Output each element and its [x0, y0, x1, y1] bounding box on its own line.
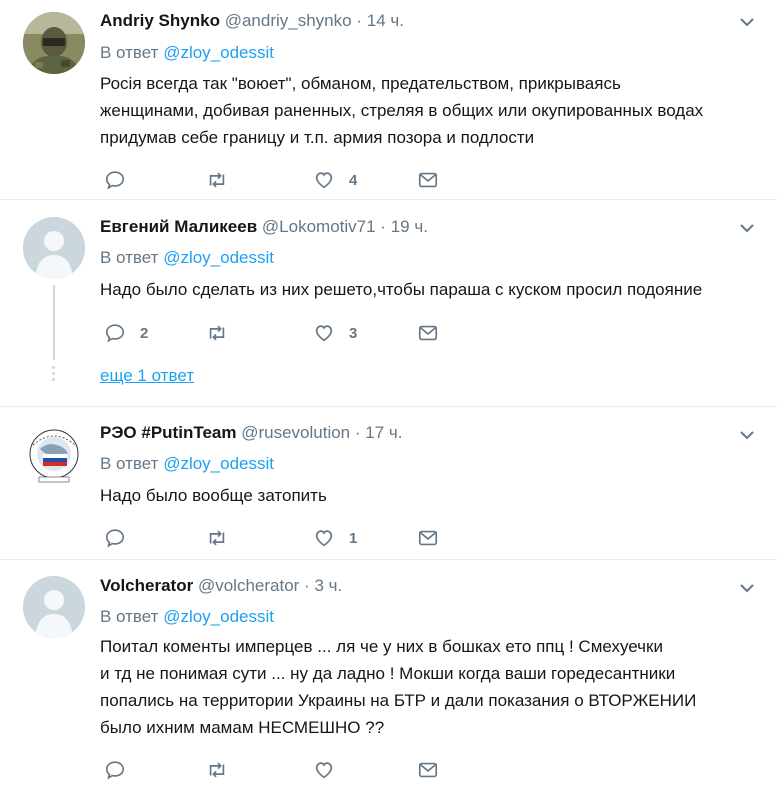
tweet-feed: Andriy Shynko @andriy_shynko · 14 ч. В о… — [0, 0, 777, 787]
chevron-down-icon[interactable] — [739, 580, 755, 596]
separator-dot: · — [304, 576, 310, 595]
retweet-button[interactable] — [206, 168, 242, 192]
chevron-down-icon[interactable] — [739, 427, 755, 443]
reply-icon — [105, 761, 125, 780]
like-button[interactable]: 1 — [313, 526, 357, 550]
tweet-text-line: было ихним мамам НЕСМЕШНО ?? — [100, 718, 385, 737]
reply-button[interactable] — [104, 526, 140, 550]
tweet-text: Поитал коменты имперцев ... ля че у них … — [100, 633, 760, 741]
tweet-text-line: попались на территории Украины на БТР и … — [100, 691, 697, 710]
like-count: 1 — [349, 529, 358, 547]
tweet-text-line: Поитал коменты имперцев ... ля че у них … — [100, 637, 663, 656]
tweet-text-line: Надо было вообще затопить — [100, 486, 327, 505]
reply-icon — [105, 171, 125, 190]
thread-dot — [52, 372, 55, 375]
thread-dot — [52, 366, 55, 369]
author-name[interactable]: Евгений Маликеев — [100, 217, 257, 236]
tweet[interactable]: Volcherator @volcherator · 3 ч. В ответ … — [0, 560, 777, 787]
author-handle[interactable]: @volcherator — [198, 576, 299, 595]
like-icon — [315, 325, 333, 342]
show-more-replies-link[interactable]: еще 1 ответ — [100, 366, 194, 386]
reply-button[interactable]: 2 — [104, 321, 148, 345]
like-button[interactable]: 4 — [313, 168, 357, 192]
thread-line — [53, 285, 55, 360]
tweet-text-line: Росія всегда так "воюет", обманом, преда… — [100, 74, 621, 93]
message-icon — [418, 325, 438, 341]
tweet-text-line: женщинами, добивая раненных, стреляя в о… — [100, 101, 704, 120]
retweet-icon — [209, 762, 225, 778]
chevron-down-icon[interactable] — [739, 220, 755, 236]
retweet-button[interactable] — [206, 321, 242, 345]
retweet-icon — [209, 172, 225, 188]
tweet-text-line: Надо было сделать из них решето,чтобы па… — [100, 280, 703, 299]
reply-icon — [105, 529, 125, 548]
reply-button[interactable] — [104, 168, 140, 192]
reply-context: В ответ @zloy_odessit — [100, 606, 274, 628]
like-button[interactable]: 3 — [313, 321, 357, 345]
tweet-header: Andriy Shynko @andriy_shynko · 14 ч. — [100, 10, 404, 32]
tweet-text-line: и тд не понимая сути ... ну да ладно ! М… — [100, 664, 676, 683]
author-name[interactable]: Volcherator — [100, 576, 193, 595]
reply-context: В ответ @zloy_odessit — [100, 453, 274, 475]
author-handle[interactable]: @rusevolution — [241, 423, 350, 442]
like-icon — [315, 762, 333, 779]
author-handle[interactable]: @andriy_shynko — [225, 11, 352, 30]
reply-mention[interactable]: @zloy_odessit — [163, 454, 274, 473]
tweet-header: РЭО #PutinTeam @rusevolution · 17 ч. — [100, 422, 403, 444]
tweet[interactable]: Евгений Маликеев @Lokomotiv71 · 19 ч. В … — [0, 200, 777, 406]
reply-prefix: В ответ — [100, 454, 159, 473]
reply-mention[interactable]: @zloy_odessit — [163, 43, 274, 62]
timestamp[interactable]: 19 ч. — [391, 217, 428, 236]
tweet[interactable]: РЭО #PutinTeam @rusevolution · 17 ч. В о… — [0, 407, 777, 559]
retweet-button[interactable] — [206, 758, 242, 782]
reply-prefix: В ответ — [100, 607, 159, 626]
message-button[interactable] — [417, 168, 439, 192]
author-handle[interactable]: @Lokomotiv71 — [262, 217, 376, 236]
like-icon — [315, 172, 333, 189]
timestamp[interactable]: 3 ч. — [314, 576, 342, 595]
message-button[interactable] — [417, 526, 439, 550]
message-icon — [418, 172, 438, 188]
timestamp[interactable]: 14 ч. — [367, 11, 404, 30]
author-name[interactable]: Andriy Shynko — [100, 11, 220, 30]
timestamp[interactable]: 17 ч. — [365, 423, 402, 442]
avatar[interactable] — [23, 217, 85, 279]
reply-prefix: В ответ — [100, 248, 159, 267]
tweet-header: Volcherator @volcherator · 3 ч. — [100, 575, 342, 597]
reply-count: 2 — [140, 324, 149, 342]
avatar[interactable] — [23, 576, 85, 638]
separator-dot: · — [380, 217, 386, 236]
separator-dot: · — [354, 423, 361, 442]
message-button[interactable] — [417, 321, 439, 345]
tweet-header: Евгений Маликеев @Lokomotiv71 · 19 ч. — [100, 216, 428, 238]
avatar[interactable] — [23, 425, 85, 487]
tweet-text: Надо было сделать из них решето,чтобы па… — [100, 276, 760, 303]
chevron-down-icon[interactable] — [739, 14, 755, 30]
message-icon — [418, 762, 438, 778]
separator-dot: · — [356, 11, 362, 30]
tweet-text-line: придумав себе границу и т.п. армия позор… — [100, 128, 535, 147]
like-icon — [315, 530, 333, 547]
like-count: 3 — [349, 324, 358, 342]
avatar[interactable] — [23, 12, 85, 74]
reply-button[interactable] — [104, 758, 140, 782]
tweet-text: Росія всегда так "воюет", обманом, преда… — [100, 70, 760, 151]
message-button[interactable] — [417, 758, 439, 782]
tweet-text: Надо было вообще затопить — [100, 482, 760, 509]
like-button[interactable] — [313, 758, 349, 782]
reply-context: В ответ @zloy_odessit — [100, 247, 274, 269]
tweet[interactable]: Andriy Shynko @andriy_shynko · 14 ч. В о… — [0, 0, 777, 199]
like-count: 4 — [349, 171, 358, 189]
retweet-icon — [209, 530, 225, 546]
author-name[interactable]: РЭО #PutinTeam — [100, 423, 236, 442]
reply-prefix: В ответ — [100, 43, 159, 62]
retweet-button[interactable] — [206, 526, 242, 550]
reply-mention[interactable]: @zloy_odessit — [163, 607, 274, 626]
retweet-icon — [209, 325, 225, 341]
message-icon — [418, 530, 438, 546]
reply-mention[interactable]: @zloy_odessit — [163, 248, 274, 267]
reply-context: В ответ @zloy_odessit — [100, 42, 274, 64]
reply-icon — [105, 324, 125, 343]
thread-dot — [52, 378, 55, 381]
